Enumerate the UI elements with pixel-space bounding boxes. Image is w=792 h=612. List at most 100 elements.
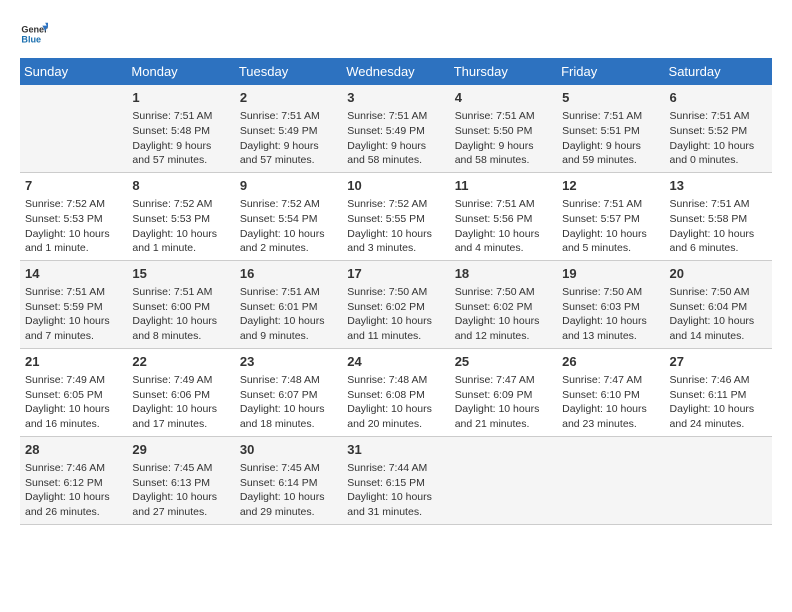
header-row: SundayMondayTuesdayWednesdayThursdayFrid… [20, 58, 772, 85]
day-info: Sunrise: 7:52 AM Sunset: 5:53 PM Dayligh… [25, 197, 122, 256]
day-cell: 15Sunrise: 7:51 AM Sunset: 6:00 PM Dayli… [127, 260, 234, 348]
day-number: 17 [347, 265, 444, 283]
day-info: Sunrise: 7:45 AM Sunset: 6:14 PM Dayligh… [240, 461, 337, 520]
day-cell: 2 Sunrise: 7:51 AM Sunset: 5:49 PM Daylig… [235, 85, 342, 172]
day-cell [450, 436, 557, 524]
header-cell-monday: Monday [127, 58, 234, 85]
page-header: General Blue [20, 20, 772, 48]
day-info: Sunrise: 7:47 AM Sunset: 6:10 PM Dayligh… [562, 373, 659, 432]
day-cell: 17 Sunrise: 7:50 AM Sunset: 6:02 PM Dayli… [342, 260, 449, 348]
day-number: 23 [240, 353, 337, 371]
day-info: Sunrise: 7:51 AM Sunset: 5:49 PM Dayligh… [240, 109, 337, 168]
day-number: 31 [347, 441, 444, 459]
day-number: 5 [562, 89, 659, 107]
day-info: Sunrise: 7:50 AM Sunset: 6:02 PM Dayligh… [455, 285, 552, 344]
day-info: Sunrise: 7:51 AM Sunset: 5:51 PM Dayligh… [562, 109, 659, 168]
day-info: Sunrise: 7:51 AM Sunset: 5:50 PM Dayligh… [455, 109, 552, 168]
header-cell-friday: Friday [557, 58, 664, 85]
day-info: Sunrise: 7:51 AM Sunset: 5:52 PM Dayligh… [670, 109, 767, 168]
day-cell: 3Sunrise: 7:51 AM Sunset: 5:49 PM Daylig… [342, 85, 449, 172]
day-number: 11 [455, 177, 552, 195]
day-info: Sunrise: 7:46 AM Sunset: 6:12 PM Dayligh… [25, 461, 122, 520]
day-info: Sunrise: 7:47 AM Sunset: 6:09 PM Dayligh… [455, 373, 552, 432]
day-cell: 24 Sunrise: 7:48 AM Sunset: 6:08 PM Dayli… [342, 348, 449, 436]
day-cell: 27 Sunrise: 7:46 AM Sunset: 6:11 PM Dayli… [665, 348, 772, 436]
day-number: 30 [240, 441, 337, 459]
day-cell: 1Sunrise: 7:51 AM Sunset: 5:48 PM Daylig… [127, 85, 234, 172]
calendar-body: 1Sunrise: 7:51 AM Sunset: 5:48 PM Daylig… [20, 85, 772, 524]
day-cell: 23 Sunrise: 7:48 AM Sunset: 6:07 PM Dayli… [235, 348, 342, 436]
day-number: 28 [25, 441, 122, 459]
day-number: 19 [562, 265, 659, 283]
day-cell: 20 Sunrise: 7:50 AM Sunset: 6:04 PM Dayli… [665, 260, 772, 348]
day-info: Sunrise: 7:45 AM Sunset: 6:13 PM Dayligh… [132, 461, 229, 520]
day-number: 4 [455, 89, 552, 107]
day-number: 6 [670, 89, 767, 107]
day-cell: 14 Sunrise: 7:51 AM Sunset: 5:59 PM Dayli… [20, 260, 127, 348]
day-number: 18 [455, 265, 552, 283]
day-number: 20 [670, 265, 767, 283]
day-info: Sunrise: 7:44 AM Sunset: 6:15 PM Dayligh… [347, 461, 444, 520]
day-info: Sunrise: 7:48 AM Sunset: 6:07 PM Dayligh… [240, 373, 337, 432]
day-info: Sunrise: 7:51 AM Sunset: 6:00 PM Dayligh… [132, 285, 229, 344]
day-cell [20, 85, 127, 172]
day-info: Sunrise: 7:49 AM Sunset: 6:05 PM Dayligh… [25, 373, 122, 432]
day-number: 3 [347, 89, 444, 107]
calendar-header: SundayMondayTuesdayWednesdayThursdayFrid… [20, 58, 772, 85]
day-info: Sunrise: 7:51 AM Sunset: 5:48 PM Dayligh… [132, 109, 229, 168]
day-number: 24 [347, 353, 444, 371]
day-number: 9 [240, 177, 337, 195]
day-cell: 7Sunrise: 7:52 AM Sunset: 5:53 PM Daylig… [20, 172, 127, 260]
day-number: 10 [347, 177, 444, 195]
day-number: 29 [132, 441, 229, 459]
day-cell: 11 Sunrise: 7:51 AM Sunset: 5:56 PM Dayli… [450, 172, 557, 260]
day-number: 16 [240, 265, 337, 283]
day-info: Sunrise: 7:50 AM Sunset: 6:04 PM Dayligh… [670, 285, 767, 344]
logo: General Blue [20, 20, 42, 48]
day-number: 14 [25, 265, 122, 283]
week-row-4: 28 Sunrise: 7:46 AM Sunset: 6:12 PM Dayli… [20, 436, 772, 524]
logo-icon: General Blue [20, 20, 48, 48]
day-number: 13 [670, 177, 767, 195]
day-info: Sunrise: 7:50 AM Sunset: 6:03 PM Dayligh… [562, 285, 659, 344]
day-cell: 29 Sunrise: 7:45 AM Sunset: 6:13 PM Dayli… [127, 436, 234, 524]
day-number: 25 [455, 353, 552, 371]
header-cell-tuesday: Tuesday [235, 58, 342, 85]
day-info: Sunrise: 7:51 AM Sunset: 5:56 PM Dayligh… [455, 197, 552, 256]
day-cell: 6 Sunrise: 7:51 AM Sunset: 5:52 PM Daylig… [665, 85, 772, 172]
day-cell: 31 Sunrise: 7:44 AM Sunset: 6:15 PM Dayli… [342, 436, 449, 524]
week-row-2: 14 Sunrise: 7:51 AM Sunset: 5:59 PM Dayli… [20, 260, 772, 348]
day-cell: 12Sunrise: 7:51 AM Sunset: 5:57 PM Dayli… [557, 172, 664, 260]
header-cell-wednesday: Wednesday [342, 58, 449, 85]
day-number: 21 [25, 353, 122, 371]
day-number: 12 [562, 177, 659, 195]
day-info: Sunrise: 7:51 AM Sunset: 5:58 PM Dayligh… [670, 197, 767, 256]
day-info: Sunrise: 7:48 AM Sunset: 6:08 PM Dayligh… [347, 373, 444, 432]
day-cell: 4 Sunrise: 7:51 AM Sunset: 5:50 PM Daylig… [450, 85, 557, 172]
week-row-0: 1Sunrise: 7:51 AM Sunset: 5:48 PM Daylig… [20, 85, 772, 172]
day-info: Sunrise: 7:51 AM Sunset: 5:59 PM Dayligh… [25, 285, 122, 344]
day-cell: 25 Sunrise: 7:47 AM Sunset: 6:09 PM Dayli… [450, 348, 557, 436]
day-info: Sunrise: 7:50 AM Sunset: 6:02 PM Dayligh… [347, 285, 444, 344]
header-cell-sunday: Sunday [20, 58, 127, 85]
day-cell: 13 Sunrise: 7:51 AM Sunset: 5:58 PM Dayli… [665, 172, 772, 260]
day-cell [557, 436, 664, 524]
day-cell: 18 Sunrise: 7:50 AM Sunset: 6:02 PM Dayli… [450, 260, 557, 348]
day-info: Sunrise: 7:46 AM Sunset: 6:11 PM Dayligh… [670, 373, 767, 432]
day-info: Sunrise: 7:52 AM Sunset: 5:55 PM Dayligh… [347, 197, 444, 256]
day-number: 2 [240, 89, 337, 107]
day-info: Sunrise: 7:51 AM Sunset: 6:01 PM Dayligh… [240, 285, 337, 344]
day-cell [665, 436, 772, 524]
day-info: Sunrise: 7:49 AM Sunset: 6:06 PM Dayligh… [132, 373, 229, 432]
day-cell: 22 Sunrise: 7:49 AM Sunset: 6:06 PM Dayli… [127, 348, 234, 436]
day-number: 8 [132, 177, 229, 195]
day-cell: 16 Sunrise: 7:51 AM Sunset: 6:01 PM Dayli… [235, 260, 342, 348]
day-cell: 21 Sunrise: 7:49 AM Sunset: 6:05 PM Dayli… [20, 348, 127, 436]
day-cell: 30 Sunrise: 7:45 AM Sunset: 6:14 PM Dayli… [235, 436, 342, 524]
day-number: 27 [670, 353, 767, 371]
day-number: 26 [562, 353, 659, 371]
day-cell: 9Sunrise: 7:52 AM Sunset: 5:54 PM Daylig… [235, 172, 342, 260]
day-number: 22 [132, 353, 229, 371]
calendar-table: SundayMondayTuesdayWednesdayThursdayFrid… [20, 58, 772, 525]
day-cell: 5 Sunrise: 7:51 AM Sunset: 5:51 PM Daylig… [557, 85, 664, 172]
